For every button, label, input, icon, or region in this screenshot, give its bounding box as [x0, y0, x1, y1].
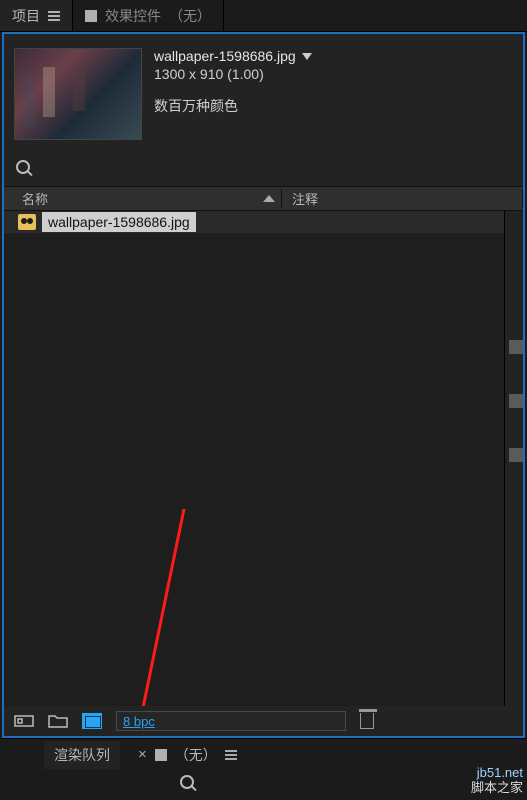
interpret-footage-icon[interactable] [14, 713, 34, 729]
list-item[interactable]: wallpaper-1598686.jpg [4, 211, 504, 233]
watermark-site: 脚本之家 [471, 780, 523, 796]
column-name-label: 名称 [22, 189, 48, 208]
asset-preview-area: wallpaper-1598686.jpg 1300 x 910 (1.00) … [4, 34, 523, 150]
side-icon[interactable] [509, 394, 523, 408]
watermark-domain: jb51.net [471, 765, 523, 781]
list-item-label: wallpaper-1598686.jpg [42, 212, 196, 232]
right-side-icons [507, 340, 525, 462]
dropdown-caret-icon[interactable] [302, 53, 312, 60]
panel-tab-bar: 项目 效果控件 （无） [0, 0, 527, 32]
tab-effect-controls[interactable]: 效果控件 （无） [73, 0, 224, 31]
asset-filename: wallpaper-1598686.jpg [154, 48, 296, 64]
tab-render-queue-label: 渲染队列 [54, 745, 110, 765]
asset-filename-row[interactable]: wallpaper-1598686.jpg [154, 48, 513, 64]
column-name[interactable]: 名称 [4, 189, 282, 208]
tab-effect-controls-none: （无） [169, 6, 211, 26]
asset-dimensions: 1300 x 910 (1.00) [154, 66, 513, 82]
project-list[interactable]: wallpaper-1598686.jpg [4, 211, 505, 706]
close-icon[interactable]: × [138, 746, 147, 763]
delete-icon[interactable] [360, 713, 374, 729]
column-comment-label: 注释 [292, 192, 318, 207]
side-icon[interactable] [509, 340, 523, 354]
watermark: jb51.net 脚本之家 [471, 765, 523, 796]
panel-bottom-toolbar: 8 bpc [4, 706, 523, 736]
search-row [4, 150, 523, 187]
column-comment[interactable]: 注释 [282, 189, 523, 208]
image-file-icon [18, 214, 36, 230]
panel-menu-icon[interactable] [225, 750, 237, 760]
tab-project[interactable]: 项目 [0, 0, 73, 31]
asset-metadata: wallpaper-1598686.jpg 1300 x 910 (1.00) … [154, 48, 513, 116]
panel-menu-icon[interactable] [48, 11, 60, 21]
color-depth-label: 8 bpc [123, 714, 155, 729]
sort-ascending-icon [263, 195, 275, 202]
tab-none-comp[interactable]: × （无） [128, 741, 247, 769]
asset-color-depth: 数百万种颜色 [154, 96, 513, 116]
timeline-toolbar [0, 770, 527, 798]
search-icon[interactable] [16, 160, 34, 178]
timeline-tab-bar: 渲染队列 × （无） [0, 738, 527, 770]
search-input[interactable] [42, 158, 511, 180]
new-folder-icon[interactable] [48, 713, 68, 729]
tab-render-queue[interactable]: 渲染队列 [44, 741, 120, 769]
annotation-arrow [34, 509, 234, 706]
asset-thumbnail[interactable] [14, 48, 142, 140]
columns-header: 名称 注释 [4, 187, 523, 211]
search-icon[interactable] [180, 775, 198, 793]
new-composition-icon[interactable] [82, 713, 102, 729]
tab-effect-controls-label: 效果控件 [105, 6, 161, 26]
square-icon [85, 10, 97, 22]
color-depth-button[interactable]: 8 bpc [116, 711, 346, 731]
project-panel: wallpaper-1598686.jpg 1300 x 910 (1.00) … [2, 32, 525, 738]
square-icon [155, 749, 167, 761]
tab-project-label: 项目 [12, 6, 40, 26]
tab-none-label: （无） [175, 745, 217, 765]
side-icon[interactable] [509, 448, 523, 462]
